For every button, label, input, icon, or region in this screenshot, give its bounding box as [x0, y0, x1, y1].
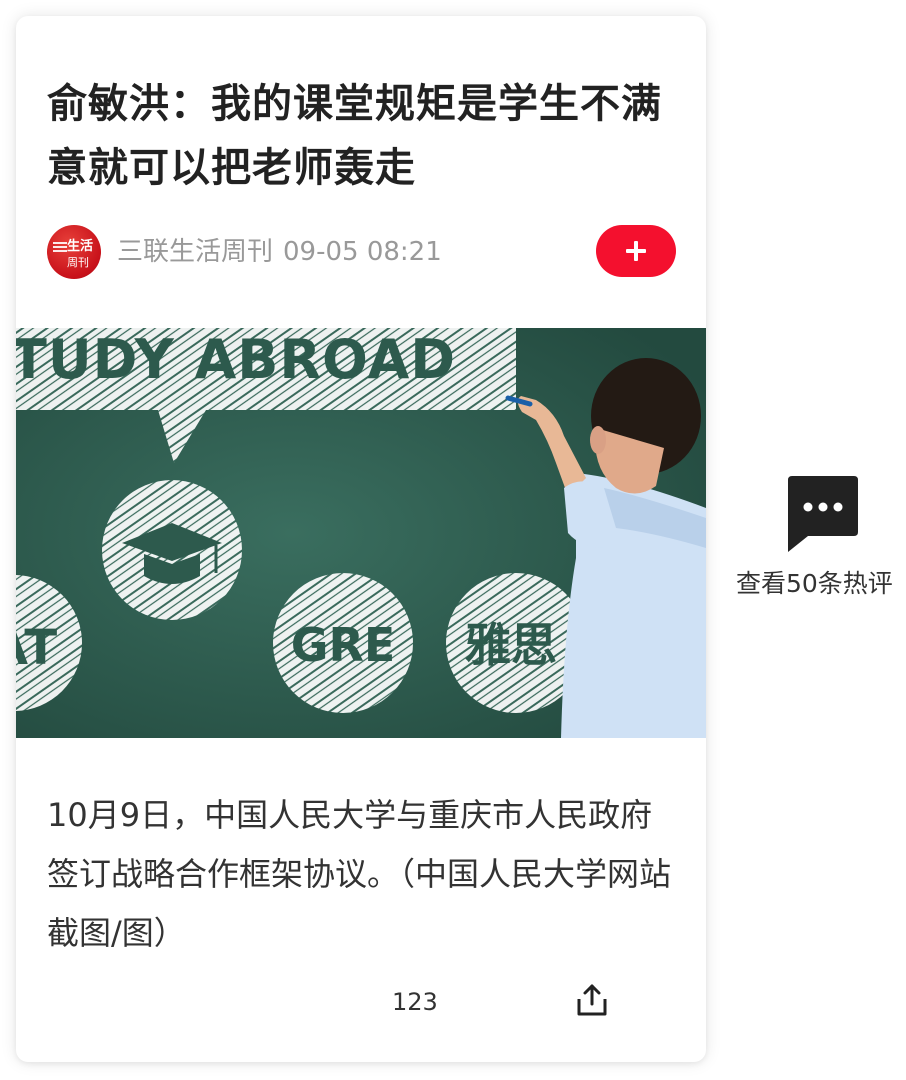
- article-card[interactable]: 俞敏洪：我的课堂规矩是学生不满意就可以把老师轰走 生活 周刊 三联生活周刊 09-…: [16, 16, 706, 1062]
- speech-bubble-dots-icon: [788, 476, 858, 552]
- banner-text: TUDY ABROAD: [16, 328, 456, 391]
- avatar-text-line2: 周刊: [67, 256, 89, 269]
- plus-icon: [626, 241, 646, 261]
- engagement-count: 123: [392, 988, 438, 1016]
- circle-text-left: AT: [16, 620, 57, 676]
- avatar-text-line1: 生活: [67, 238, 93, 254]
- circle-text-right: 雅思: [465, 618, 557, 672]
- source-avatar[interactable]: 生活 周刊: [47, 225, 101, 279]
- study-abroad-illustration: TUDY ABROAD AT GRE 雅思: [16, 328, 706, 738]
- source-name[interactable]: 三联生活周刊: [117, 237, 273, 267]
- article-caption: 10月9日，中国人民大学与重庆市人民政府签订战略合作框架协议。（中国人民大学网站…: [47, 796, 672, 952]
- source-info: 三联生活周刊 09-05 08:21: [117, 237, 442, 267]
- source-logo-icon: 生活 周刊: [53, 238, 93, 269]
- share-icon[interactable]: [574, 982, 610, 1018]
- hot-comments-label: 查看50条热评: [736, 569, 893, 598]
- article-image[interactable]: TUDY ABROAD AT GRE 雅思: [16, 328, 706, 738]
- article-meta: 生活 周刊 三联生活周刊 09-05 08:21: [47, 225, 677, 279]
- hot-comments-button[interactable]: 查看50条热评: [726, 476, 906, 606]
- article-title[interactable]: 俞敏洪：我的课堂规矩是学生不满意就可以把老师轰走: [47, 72, 687, 200]
- publish-time: 09-05 08:21: [283, 237, 442, 267]
- circle-text-middle: GRE: [291, 618, 396, 672]
- follow-button[interactable]: [596, 225, 676, 277]
